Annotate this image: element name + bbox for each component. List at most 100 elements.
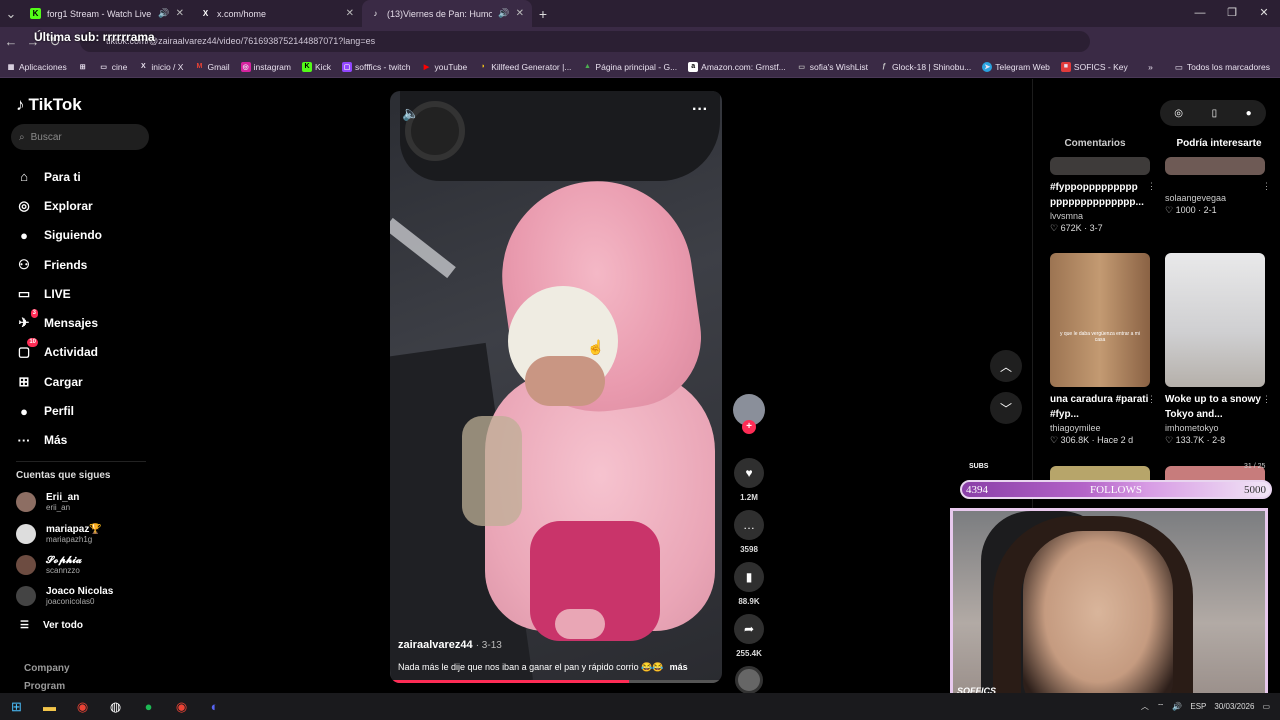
bookmark-item[interactable]: ■ SOFICS - Key [1060, 61, 1128, 72]
bookmark-item[interactable]: ➤ Telegram Web [982, 61, 1050, 72]
footer-link[interactable]: Company [24, 663, 70, 674]
tab-tiktok[interactable]: ♪ (13)Viernes de Pan: Humor 🔊 ✕ [362, 0, 532, 27]
volume-icon[interactable]: 🔈 [402, 105, 419, 122]
bookmark-item[interactable]: ƒ Glock-18 | Shinobu... [879, 62, 971, 72]
chrome-active-icon[interactable]: ◉ [165, 693, 198, 720]
more-link[interactable]: más [670, 662, 688, 672]
more-options-icon[interactable]: ⋮ [1262, 394, 1271, 405]
chevron-up-icon[interactable]: ︿ [1141, 701, 1149, 712]
folder-icon: ▭ [1174, 61, 1183, 72]
bookmark-item[interactable]: a Amazon.com: Grnstf... [688, 61, 786, 72]
bookmark-item[interactable]: ▦ Aplicaciones [6, 62, 67, 72]
bookmark-item[interactable]: Xinicio / X [138, 62, 183, 72]
sidebar-item-live[interactable]: ▭ LIVE [16, 279, 102, 308]
sidebar-item-home[interactable]: ⌂ Para ti [16, 162, 102, 191]
more-options-icon[interactable]: ⋮ [1262, 181, 1271, 192]
network-icon[interactable]: ⌔ [1157, 702, 1165, 712]
sidebar-item-label: Para ti [44, 169, 81, 184]
footer-link[interactable]: Program [24, 681, 65, 692]
minimize-icon[interactable]: — [1184, 0, 1216, 27]
bookmark-item[interactable]: K Kick [301, 61, 331, 72]
close-tab-icon[interactable]: ✕ [516, 8, 524, 19]
bookmark-item[interactable]: ◎ instagram [240, 61, 291, 72]
address-bar-row: ← → ↻ tiktok.com/@zairaalvarez44/video/7… [0, 27, 1280, 75]
sidebar-item-upload[interactable]: ⊞ Cargar [16, 367, 102, 396]
suggested-video-card[interactable]: ⋮ solaangevegaa ♡ 1000 · 2-1 [1165, 157, 1271, 216]
volume-icon[interactable]: 🔊 [1172, 702, 1182, 711]
bookmark-item[interactable]: ⊞ [78, 62, 88, 72]
more-options-icon[interactable]: ⋮ [1147, 181, 1156, 192]
music-disc[interactable] [735, 666, 763, 694]
speaker-icon[interactable]: 🔊 [158, 8, 169, 19]
tab-kick[interactable]: K forg1 Stream - Watch Live o 🔊 ✕ [22, 0, 192, 27]
language-indicator[interactable]: ESP [1190, 702, 1206, 711]
following-account[interactable]: 𝓢𝓸𝓹𝓱𝓲𝓪 scannzzo [16, 555, 82, 575]
url-input[interactable]: tiktok.com/@zairaalvarez44/video/7616938… [80, 31, 1090, 52]
compass-icon[interactable]: ◎ [1174, 108, 1183, 119]
sidebar-item-more[interactable]: ··· Más [16, 426, 102, 455]
video-player[interactable]: 🔈 ··· zairaalvarez44 · 3-13 Nada más le … [390, 91, 722, 683]
notification-icon[interactable]: ▭ [1262, 702, 1270, 711]
bookmark-item[interactable]: ▲ Página principal - G... [582, 62, 677, 72]
all-bookmarks[interactable]: » ▭ Todos los marcadores [1148, 56, 1270, 78]
following-account[interactable]: Erii_an erii_an [16, 492, 79, 512]
share-button[interactable]: ➦ 255.4K [733, 614, 765, 658]
file-explorer-icon[interactable]: ▬ [33, 693, 66, 720]
sidebar-item-friends[interactable]: ⚇ Friends [16, 250, 102, 279]
bookmark-item[interactable]: ▢ sofffics - twitch [342, 61, 410, 72]
sidebar-item-label: Mensajes [44, 316, 99, 331]
save-button[interactable]: ▮ 88.9K [733, 562, 765, 606]
follow-plus-icon[interactable]: + [742, 420, 756, 434]
phone-icon[interactable]: ▯ [1212, 108, 1218, 119]
tiktok-logo[interactable]: ♪ TikTok [16, 95, 82, 115]
grid-icon: ⊞ [79, 63, 86, 71]
following-account[interactable]: mariapaz🏆 mariapazh1g [16, 524, 102, 544]
next-video-button[interactable]: ﹀ [990, 392, 1022, 424]
like-button[interactable]: ♥ 1.2M [733, 458, 765, 502]
previous-video-button[interactable]: ︿ [990, 350, 1022, 382]
close-window-icon[interactable]: ✕ [1248, 0, 1280, 27]
close-tab-icon[interactable]: ✕ [346, 8, 354, 19]
suggested-video-card[interactable]: ⋮ Woke up to a snowy Tokyo and... imhome… [1165, 253, 1271, 446]
comment-button[interactable]: … 3598 [733, 510, 765, 554]
search-input[interactable]: ⌕ Buscar [11, 124, 149, 150]
back-icon[interactable]: ← [0, 34, 22, 49]
tab-search-icon[interactable]: ⌄ [0, 6, 22, 22]
suggested-video-card[interactable]: ⋮ #fyppoppppppppp pppppppppppppp... lvvs… [1050, 157, 1156, 234]
sidebar-item-messages[interactable]: ✈ 3 Mensajes [16, 308, 102, 337]
following-header: Cuentas que sigues [16, 470, 111, 481]
windows-start-icon[interactable]: ⊞ [0, 693, 33, 720]
bookmark-item[interactable]: M Gmail [194, 62, 230, 72]
tab-x[interactable]: X x.com/home ✕ [192, 0, 362, 27]
suggested-video-card[interactable]: y que le daba vergüenza entrar a mi casa… [1050, 253, 1156, 446]
sidebar-item-profile[interactable]: ● Perfil [16, 396, 102, 425]
sidebar-item-compass[interactable]: ◎ Explorar [16, 191, 102, 220]
clock[interactable]: 30/03/2026 [1214, 702, 1254, 712]
discord-icon[interactable]: ◐ [198, 693, 231, 720]
see-all-button[interactable]: ☰ Ver todo [20, 620, 83, 631]
bookmark-icon: ▮ [734, 562, 764, 592]
bookmark-item[interactable]: ◗ Killfeed Generator |... [478, 62, 571, 72]
bookmark-item[interactable]: ▭ cine [99, 62, 127, 72]
obs-icon[interactable]: ◍ [99, 693, 132, 720]
more-options-icon[interactable]: ··· [692, 101, 708, 119]
video-author[interactable]: zairaalvarez44 · 3-13 [398, 639, 502, 651]
sidebar-item-activity[interactable]: ▢ 10 Actividad [16, 338, 102, 367]
spotify-icon[interactable]: ● [132, 693, 165, 720]
restore-icon[interactable]: ❐ [1216, 0, 1248, 27]
speaker-icon[interactable]: 🔊 [498, 8, 509, 19]
chrome-icon[interactable]: ◉ [66, 693, 99, 720]
video-progress-bar[interactable] [390, 680, 722, 683]
bookmark-item[interactable]: ▶ youTube [421, 62, 467, 72]
window-controls: — ❐ ✕ [1184, 0, 1280, 27]
sidebar-item-label: Explorar [44, 198, 93, 213]
close-tab-icon[interactable]: ✕ [176, 8, 184, 19]
bread-bag [462, 416, 522, 526]
following-account[interactable]: Joaco Nicolas joaconicolas0 [16, 586, 113, 606]
user-avatar[interactable]: ● [1246, 108, 1252, 119]
new-tab-button[interactable]: + [532, 6, 554, 22]
sidebar-item-following-avatar[interactable]: ● Siguiendo [16, 221, 102, 250]
more-options-icon[interactable]: ⋮ [1147, 394, 1156, 405]
creator-avatar[interactable]: + [733, 394, 765, 434]
bookmark-item[interactable]: ▭ sofia's WishList [797, 62, 868, 72]
